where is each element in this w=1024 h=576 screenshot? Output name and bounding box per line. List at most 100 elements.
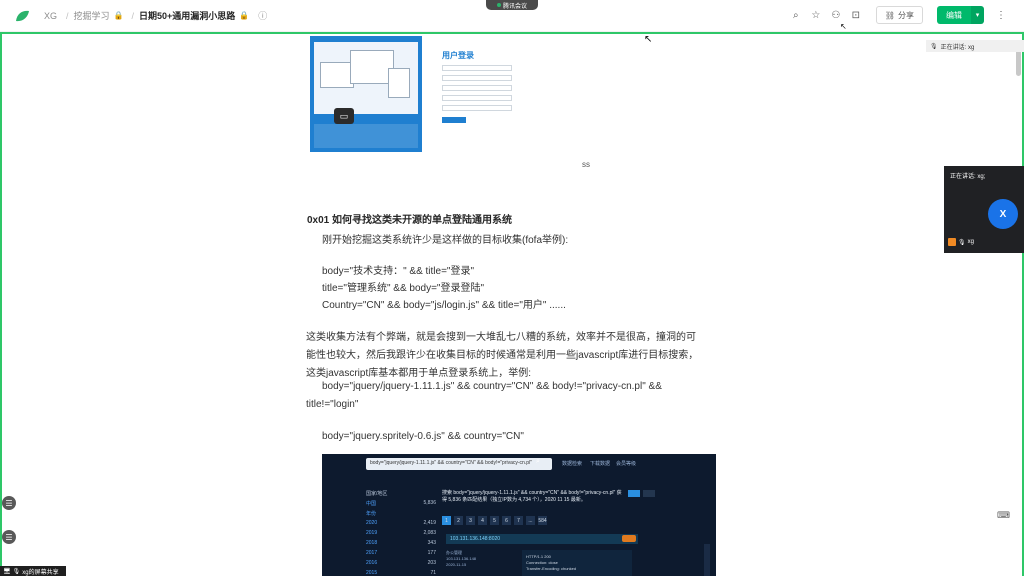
toc-icon[interactable]: ☰ [2,530,16,544]
participant-name: xg [967,239,974,245]
side-row-key: 2020 [366,520,378,526]
login-form-image: 用户登录 [442,50,512,134]
breadcrumb-book[interactable]: 挖掘学习 [74,9,110,22]
fofa-sidebar: 国家/地区 中国 5,836 年份 2020 2,419 2019 2,083 201… [366,490,436,576]
share-button[interactable]: ⛓ 分享 [875,6,923,24]
fofa-screenshot-image: body="jquery/jquery-1.11.1.js" && countr… [322,454,716,576]
login-field [442,95,512,101]
fofa-result-tag [622,535,636,542]
login-field [442,85,512,91]
breadcrumb-doc-title[interactable]: 日期50+通用漏洞小思路 [139,9,235,22]
side-row-key: 2017 [366,550,378,556]
example-line: title!="login" [306,399,359,410]
side-row-key: 年份 [366,511,377,517]
app-window: XG / 挖掘学习 🔒 / 日期50+通用漏洞小思路 🔒 ⓘ ⌕ ☆ ⚇ ⊡ ⛓… [0,0,1024,576]
query-line: title="管理系统" && body="登录登陆" [322,283,485,294]
fofa-page: 584 [538,516,547,525]
edit-button[interactable]: 编辑 [937,6,971,24]
fofa-page: 7 [514,516,523,525]
side-row-key: 2016 [366,560,378,566]
side-row-value: 203 [427,560,436,566]
mouse-cursor-icon: ↖ [644,34,653,45]
fofa-result-detail: 办公管理 103.131.136.148 2020-11-15 [446,550,506,568]
fofa-side-row: 2015 71 [366,570,436,576]
fofa-result-host: 103.131.136.148:8020 [446,534,638,544]
fofa-side-row: 2017 177 [366,550,436,560]
side-row-value: 2,083 [423,530,436,536]
side-row-value: 71 [430,570,436,576]
login-title: 用户登录 [442,51,474,60]
fofa-search-bar: body="jquery/jquery-1.11.1.js" && countr… [366,458,552,470]
query-line: body="技术支持：" && title="登录" [322,266,475,277]
fofa-side-row: 年份 [366,510,436,520]
side-row-key: 2015 [366,570,378,576]
image-text-block [314,124,418,148]
mouse-cursor-icon: ↖ [840,22,847,31]
paragraph-line: 能性也较大，然后我跟许少在收集目标的时候通常是利用一些javascript库进行… [306,350,699,361]
image-caption: ss [582,160,590,169]
chevron-down-icon[interactable]: ▾ [971,6,984,24]
paragraph-line: 这类收集方法有个弊端，就是会搜到一大堆乱七八糟的系统，效率并不是很高，撞洞的可 [306,332,696,343]
query-line: Country="CN" && body="js/login.js" && ti… [322,300,566,311]
login-button-image [442,117,466,123]
fofa-nav-item: 下载数据 [590,461,611,467]
example-line: body="jquery.spritely-0.6.js" && country… [322,431,524,442]
monitor-shape [388,68,410,98]
fofa-side-row: 2020 2,419 [366,520,436,530]
toolbar-actions: ⌕ ☆ ⚇ ⊡ ⛓ 分享 编辑 ▾ ⋮ [788,6,1006,24]
header-line: Transfer-Encoding: chunked [526,566,577,571]
breadcrumb-space[interactable]: XG [44,11,57,21]
login-field [442,105,512,111]
side-row-value: 343 [427,540,436,546]
search-icon[interactable]: ⌕ [788,6,804,24]
meeting-status-pill[interactable]: 腾讯会议 [486,0,538,10]
fofa-side-row: 中国 5,836 [366,500,436,510]
fofa-side-row: 2019 2,083 [366,530,436,540]
info-icon[interactable]: ⓘ [258,9,267,22]
lock-icon: 🔒 [113,11,124,20]
fofa-page: 4 [478,516,487,525]
fofa-nav-item: 数据检索 [562,461,583,467]
fofa-view-button [628,490,640,497]
fofa-page: 1 [442,516,451,525]
fofa-side-row: 2016 203 [366,560,436,570]
yuque-logo-icon[interactable] [14,9,30,23]
side-row-key: 2018 [366,540,378,546]
present-icon[interactable]: ⊡ [848,6,864,24]
link-icon: ⛓ [884,10,895,20]
edit-button-group: 编辑 ▾ [937,6,984,24]
more-icon[interactable]: ⋮ [996,10,1006,21]
fofa-page: 6 [502,516,511,525]
speaking-indicator-chip: 🎙 正在讲话: xg [926,40,1024,52]
microphone-icon: 🎙 [930,43,938,50]
meeting-pill-label: 腾讯会议 [502,3,527,10]
star-icon[interactable]: ☆ [808,6,824,24]
speaking-chip-label: 正在讲话: xg [940,44,975,51]
side-row-value: 5,836 [423,500,436,506]
login-field [442,65,512,71]
comment-icon[interactable]: ▭ [334,108,354,124]
breadcrumb-separator: / [131,10,135,21]
fofa-side-row: 2018 343 [366,540,436,550]
fofa-response-headers: HTTP/1.1 200 Connection: close Transfer-… [522,550,632,576]
intro-paragraph: 刚开始挖掘这类系统许少是这样做的目标收集(fofa举例): [322,235,569,246]
participant-avatar: X [988,199,1018,229]
detail-line: 2020-11-15 [446,562,467,567]
share-button-label: 分享 [898,10,914,20]
fofa-pagination: 1 2 3 4 5 6 7 ... 584 [442,516,547,525]
fofa-nav-item: 会员等级 [616,461,637,467]
monitor-shape [320,62,354,88]
fofa-page: 5 [490,516,499,525]
screen-share-label: xg的屏幕共享 [22,569,59,576]
microphone-icon: 🎙 [12,568,21,575]
screen-share-status[interactable]: 🖥 🎙 xg的屏幕共享 [0,566,66,576]
monitors-illustration [314,42,418,114]
breadcrumb-separator: / [66,10,69,21]
meeting-dot-icon [496,3,501,7]
embedded-login-image [310,36,422,152]
outline-toggle-icon[interactable]: ☰ [2,496,16,510]
example-line: body="jquery/jquery-1.11.1.js" && countr… [322,381,662,392]
keyboard-shortcuts-icon[interactable]: ⌨ [997,510,1010,522]
fofa-view-buttons [628,490,655,497]
screen-share-icon: 🖥 [3,568,11,575]
